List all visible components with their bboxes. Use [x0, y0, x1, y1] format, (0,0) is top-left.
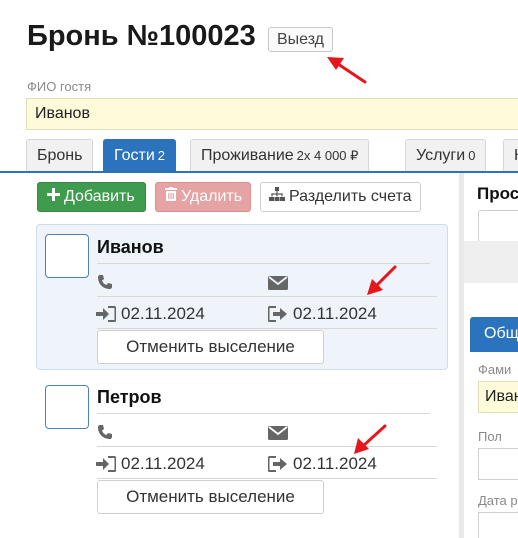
annotation-arrow	[327, 57, 367, 84]
annotation-arrow	[367, 265, 397, 295]
annotation-arrow	[354, 424, 387, 454]
annotation-overlay	[327, 57, 397, 454]
